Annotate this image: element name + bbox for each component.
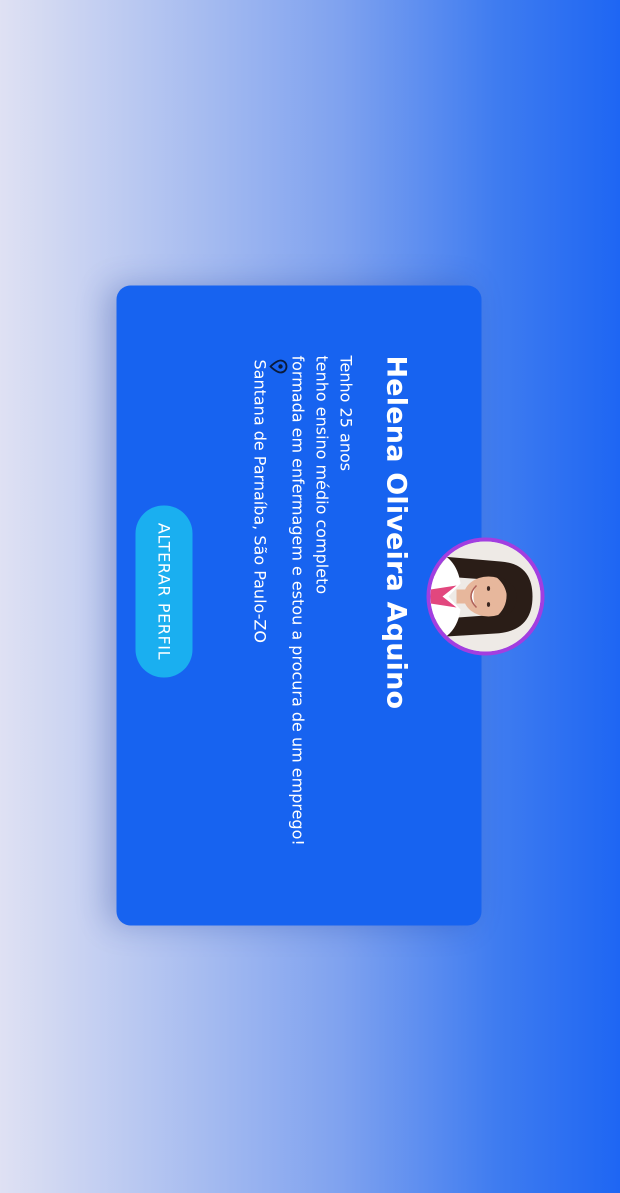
location-pin-icon <box>269 359 288 373</box>
avatar <box>426 537 545 655</box>
profile-location: Santana de Parnaíba, São Paulo-ZO <box>250 359 288 643</box>
bio-line: Tenho 25 anos <box>336 355 356 471</box>
profile-bio: Tenho 25 anos tenho ensino médio complet… <box>286 355 358 845</box>
edit-profile-button[interactable]: ALTERAR PERFIL <box>135 505 193 677</box>
profile-card: Helena Oliveira Aquino Tenho 25 anos ten… <box>116 285 545 925</box>
bio-line: formada em enfermagem e estou a procura … <box>288 355 308 846</box>
profile-name: Helena Oliveira Aquino <box>380 355 412 709</box>
bio-line: tenho ensino médio completo <box>312 355 332 594</box>
location-text: Santana de Parnaíba, São Paulo-ZO <box>250 359 270 643</box>
page-background: Helena Oliveira Aquino Tenho 25 anos ten… <box>0 0 620 1193</box>
avatar-photo <box>430 541 541 651</box>
